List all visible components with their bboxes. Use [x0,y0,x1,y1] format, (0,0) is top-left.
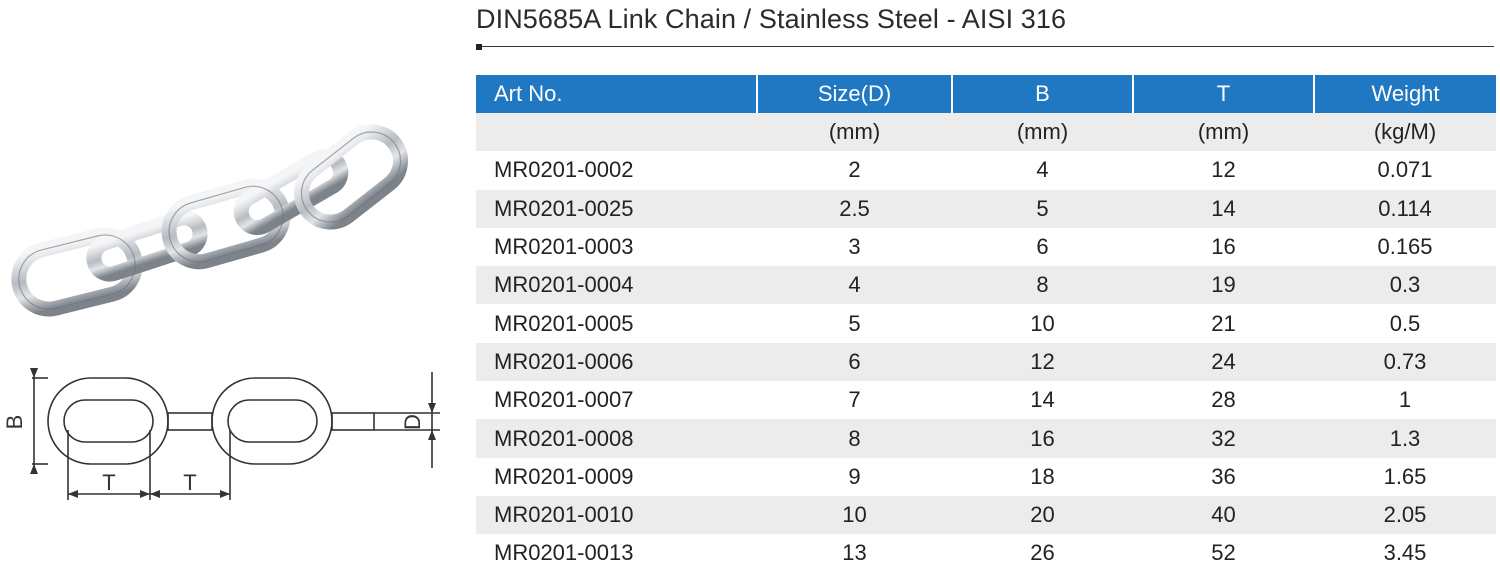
dim-label-d: D [400,414,425,430]
t-cell: 21 [1133,304,1314,343]
size-cell: 2 [757,151,952,190]
art-no-cell: MR0201-0008 [476,419,757,458]
weight-cell: 3.45 [1314,534,1496,573]
table-row: MR0201-0010 10 20 40 2.05 [476,495,1496,535]
b-cell: (mm) [952,113,1133,152]
size-cell: (mm) [757,113,952,152]
weight-cell: 0.5 [1314,304,1496,343]
t-cell: 24 [1133,342,1314,382]
b-cell: 20 [952,495,1133,535]
art-no-cell: MR0201-0009 [476,457,757,496]
art-no-cell: MR0201-0005 [476,304,757,343]
dimension-diagram: B D T T [2,368,440,500]
page-title: DIN5685A Link Chain / Stainless Steel - … [476,4,1067,34]
b-cell: 18 [952,457,1133,496]
b-cell: 12 [952,342,1133,382]
title-divider [476,46,1494,47]
units-row: (mm) (mm) (mm) (kg/M) [476,113,1496,152]
b-cell: 14 [952,381,1133,420]
t-cell: 14 [1133,189,1314,228]
chain-link [86,210,208,282]
t-cell: 12 [1133,151,1314,190]
b-cell: 16 [952,419,1133,458]
art-no-cell: MR0201-0007 [476,381,757,420]
size-cell: 3 [757,227,952,267]
b-cell: 8 [952,266,1133,305]
column-header-size: Size(D) [756,75,952,113]
table-row: MR0201-0007 7 14 28 1 [476,381,1496,420]
column-header-art-no: Art No. [476,75,757,113]
spec-table: Art No. Size(D) B T Weight (mm) (mm) (mm)(… [476,75,1496,573]
dim-label-b: B [2,415,27,430]
art-no-cell [476,113,757,152]
weight-cell: 0.3 [1314,266,1496,305]
t-cell: 16 [1133,227,1314,267]
table-row: MR0201-0025 2.5 5 14 0.114 [476,189,1496,228]
size-cell: 6 [757,342,952,382]
table-row: MR0201-0003 3 6 16 0.165 [476,227,1496,267]
chain-link [294,124,408,230]
t-cell: 52 [1133,534,1314,573]
size-cell: 8 [757,419,952,458]
table-row: MR0201-0002 2 4 12 0.071 [476,151,1496,190]
size-cell: 2.5 [757,189,952,228]
weight-cell: 0.114 [1314,189,1496,228]
art-no-cell: MR0201-0006 [476,342,757,382]
table-row: MR0201-0009 9 18 36 1.65 [476,457,1496,496]
table-row: MR0201-0005 5 10 21 0.5 [476,304,1496,343]
t-cell: 40 [1133,495,1314,535]
weight-cell: 1.3 [1314,419,1496,458]
dim-label-t: T [183,470,196,495]
size-cell: 13 [757,534,952,573]
chain-photo [11,124,408,317]
art-no-cell: MR0201-0003 [476,227,757,267]
table-row: MR0201-0013 13 26 52 3.45 [476,534,1496,573]
art-no-cell: MR0201-0004 [476,266,757,305]
size-cell: 5 [757,304,952,343]
t-cell: (mm) [1133,113,1314,152]
weight-cell: 1 [1314,381,1496,420]
b-cell: 26 [952,534,1133,573]
b-cell: 4 [952,151,1133,190]
t-cell: 32 [1133,419,1314,458]
b-cell: 6 [952,227,1133,267]
title-marker [476,44,482,50]
table-row: MR0201-0006 6 12 24 0.73 [476,342,1496,382]
size-cell: 10 [757,495,952,535]
weight-cell: 1.65 [1314,457,1496,496]
size-cell: 4 [757,266,952,305]
t-cell: 36 [1133,457,1314,496]
art-no-cell: MR0201-0002 [476,151,757,190]
weight-cell: 0.071 [1314,151,1496,190]
size-cell: 7 [757,381,952,420]
weight-cell: (kg/M) [1314,113,1496,152]
t-cell: 28 [1133,381,1314,420]
art-no-cell: MR0201-0010 [476,495,757,535]
table-row: MR0201-0008 8 16 32 1.3 [476,419,1496,458]
t-cell: 19 [1133,266,1314,305]
column-header-b: B [951,75,1133,113]
art-no-cell: MR0201-0025 [476,189,757,228]
size-cell: 9 [757,457,952,496]
dim-label-t: T [102,470,115,495]
table-row: MR0201-0004 4 8 19 0.3 [476,266,1496,305]
column-header-t: T [1132,75,1314,113]
column-header-weight: Weight [1313,75,1496,113]
b-cell: 10 [952,304,1133,343]
b-cell: 5 [952,189,1133,228]
header-row: Art No. Size(D) B T Weight [476,75,1496,113]
weight-cell: 0.165 [1314,227,1496,267]
weight-cell: 0.73 [1314,342,1496,382]
art-no-cell: MR0201-0013 [476,534,757,573]
weight-cell: 2.05 [1314,495,1496,535]
